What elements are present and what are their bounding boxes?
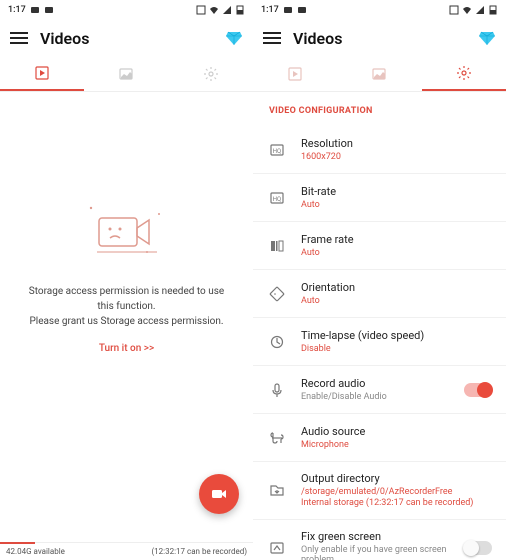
setting-icon	[267, 238, 287, 254]
page-title: Videos	[293, 29, 466, 48]
statusbar: 1:17	[253, 0, 506, 20]
storage-recordable: (12:32:17 can be recorded)	[151, 547, 247, 556]
wifi-icon	[209, 5, 219, 15]
msg-icon	[44, 5, 54, 15]
appbar: Videos	[0, 20, 253, 56]
tab-gallery[interactable]	[337, 56, 421, 91]
cell-icon	[475, 5, 485, 15]
cell-icon	[222, 5, 232, 15]
setting-sub: Auto	[301, 296, 492, 307]
setting-sub2: Internal storage (12:32:17 can be record…	[301, 498, 492, 509]
tab-play[interactable]	[253, 56, 337, 91]
setting-sub: Enable/Disable Audio	[301, 392, 450, 403]
fab-record[interactable]	[199, 474, 239, 514]
notif-icon	[30, 5, 40, 15]
statusbar: 1:17	[0, 0, 253, 20]
setting-sub: Auto	[301, 248, 492, 259]
setting-icon	[267, 540, 287, 556]
toggle[interactable]	[464, 541, 492, 555]
setting-row[interactable]: Audio source Microphone	[253, 414, 506, 462]
tab-settings[interactable]	[169, 56, 253, 91]
setting-row[interactable]: HQ Resolution 1600x720	[253, 126, 506, 174]
setting-sub: /storage/emulated/0/AzRecorderFree	[301, 487, 492, 498]
gem-icon[interactable]	[478, 29, 496, 47]
storage-progress	[0, 542, 35, 544]
setting-body: Resolution 1600x720	[301, 137, 492, 163]
screenshot-icon	[196, 5, 206, 15]
svg-text:HQ: HQ	[273, 196, 281, 203]
setting-row[interactable]: Record audio Enable/Disable Audio	[253, 366, 506, 414]
setting-icon: HQ	[267, 190, 287, 206]
settings-list: HQResolution1600x720HQBit-rateAutoFrame …	[253, 126, 506, 560]
menu-icon[interactable]	[263, 31, 281, 45]
setting-body: Orientation Auto	[301, 281, 492, 307]
setting-body: Bit-rate Auto	[301, 185, 492, 211]
tab-settings[interactable]	[422, 56, 506, 91]
setting-title: Output directory	[301, 472, 492, 485]
setting-row[interactable]: Time-lapse (video speed) Disable	[253, 318, 506, 366]
wifi-icon	[462, 5, 472, 15]
battery-icon	[235, 5, 245, 15]
storage-available: 42.04G available	[6, 547, 151, 556]
msg-icon	[297, 5, 307, 15]
tabbar	[0, 56, 253, 92]
screenshot-icon	[449, 5, 459, 15]
setting-title: Orientation	[301, 281, 492, 294]
setting-title: Bit-rate	[301, 185, 492, 198]
setting-icon	[267, 482, 287, 498]
storage-bar: 42.04G available (12:32:17 can be record…	[0, 542, 253, 560]
screen-right: 1:17 Videos	[253, 0, 506, 560]
setting-icon: HQ	[267, 142, 287, 158]
setting-title: Frame rate	[301, 233, 492, 246]
setting-title: Record audio	[301, 377, 450, 390]
setting-body: Output directory/storage/emulated/0/AzRe…	[301, 472, 492, 509]
svg-text:HQ: HQ	[273, 148, 281, 155]
clock: 1:17	[261, 5, 279, 15]
setting-row[interactable]: Frame rate Auto	[253, 222, 506, 270]
setting-icon	[267, 334, 287, 350]
camera-sad-icon	[77, 200, 177, 260]
empty-line2: Please grant us Storage access permissio…	[20, 314, 233, 329]
setting-row[interactable]: Output directory/storage/emulated/0/AzRe…	[253, 462, 506, 520]
setting-body: Fix green screen Only enable if you have …	[301, 530, 450, 560]
setting-body: Record audio Enable/Disable Audio	[301, 377, 450, 403]
setting-title: Fix green screen	[301, 530, 450, 543]
setting-row[interactable]: Fix green screen Only enable if you have …	[253, 520, 506, 560]
setting-sub: Microphone	[301, 440, 492, 451]
appbar: Videos	[253, 20, 506, 56]
setting-body: Frame rate Auto	[301, 233, 492, 259]
video-icon	[210, 485, 228, 503]
setting-title: Resolution	[301, 137, 492, 150]
tab-gallery[interactable]	[84, 56, 168, 91]
setting-sub: Disable	[301, 344, 492, 355]
clock: 1:17	[8, 5, 26, 15]
tab-play[interactable]	[0, 56, 84, 91]
empty-line1: Storage access permission is needed to u…	[20, 284, 233, 314]
setting-sub: 1600x720	[301, 152, 492, 163]
setting-row[interactable]: Orientation Auto	[253, 270, 506, 318]
battery-icon	[488, 5, 498, 15]
notif-icon	[283, 5, 293, 15]
setting-sub: Auto	[301, 200, 492, 211]
toggle[interactable]	[464, 383, 492, 397]
setting-sub: Only enable if you have green screen pro…	[301, 545, 450, 560]
settings-content[interactable]: VIDEO CONFIGURATION HQ Resolution 1600x720…	[253, 92, 506, 560]
setting-icon	[267, 430, 287, 446]
gem-icon[interactable]	[225, 29, 243, 47]
content: Storage access permission is needed to u…	[0, 92, 253, 542]
setting-row[interactable]: HQ Bit-rate Auto	[253, 174, 506, 222]
tabbar	[253, 56, 506, 92]
screen-left: 1:17 Videos	[0, 0, 253, 560]
page-title: Videos	[40, 29, 213, 48]
section-header: VIDEO CONFIGURATION	[253, 92, 506, 126]
setting-icon	[267, 382, 287, 398]
turn-on-link[interactable]: Turn it on >>	[99, 343, 154, 354]
empty-message: Storage access permission is needed to u…	[20, 284, 233, 329]
setting-title: Audio source	[301, 425, 492, 438]
menu-icon[interactable]	[10, 31, 28, 45]
setting-body: Time-lapse (video speed) Disable	[301, 329, 492, 355]
setting-body: Audio source Microphone	[301, 425, 492, 451]
setting-icon	[267, 286, 287, 302]
setting-title: Time-lapse (video speed)	[301, 329, 492, 342]
